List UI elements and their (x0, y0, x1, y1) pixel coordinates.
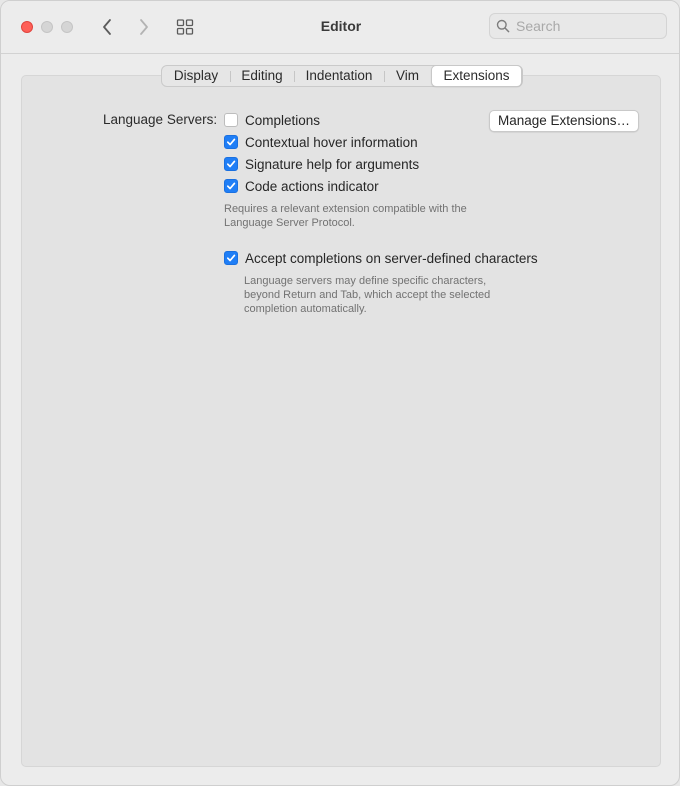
checkmark-icon (226, 254, 236, 262)
completions-checkbox[interactable]: Completions (224, 112, 320, 128)
tab-display[interactable]: Display (162, 66, 230, 86)
signature-help-checkbox[interactable]: Signature help for arguments (224, 156, 419, 172)
language-servers-label: Language Servers: (103, 112, 218, 127)
tab-vim[interactable]: Vim (384, 66, 431, 86)
checkbox-label: Accept completions on server-defined cha… (245, 250, 538, 266)
checkbox-box[interactable] (224, 251, 238, 265)
search-field[interactable] (489, 13, 667, 39)
tab-extensions[interactable]: Extensions (431, 65, 522, 87)
checkbox-label: Code actions indicator (245, 178, 379, 194)
tab-editing[interactable]: Editing (230, 66, 294, 86)
checkbox-box[interactable] (224, 179, 238, 193)
tab-indentation[interactable]: Indentation (294, 66, 384, 86)
magnifying-glass-icon (496, 19, 510, 33)
checkmark-icon (226, 182, 236, 190)
accept-completions-checkbox[interactable]: Accept completions on server-defined cha… (224, 250, 538, 266)
contextual-hover-checkbox[interactable]: Contextual hover information (224, 134, 418, 150)
title-bar: Editor (1, 1, 679, 54)
checkmark-icon (226, 160, 236, 168)
code-actions-checkbox[interactable]: Code actions indicator (224, 178, 379, 194)
language-servers-help-text: Requires a relevant extension compatible… (224, 203, 467, 229)
tab-bar: Display Editing Indentation Vim Extensio… (161, 65, 523, 87)
checkbox-box[interactable] (224, 113, 238, 127)
checkmark-icon (226, 138, 236, 146)
checkbox-box[interactable] (224, 135, 238, 149)
checkbox-label: Signature help for arguments (245, 156, 420, 172)
accept-completions-help-text: Language servers may define specific cha… (244, 275, 491, 315)
manage-extensions-button[interactable]: Manage Extensions… (489, 110, 639, 132)
checkbox-label: Contextual hover information (245, 134, 418, 150)
checkbox-label: Completions (245, 112, 321, 128)
checkbox-box[interactable] (224, 157, 238, 171)
search-input[interactable] (516, 17, 656, 35)
preferences-window: Editor Display Editing Indentation Vim E… (0, 0, 680, 786)
